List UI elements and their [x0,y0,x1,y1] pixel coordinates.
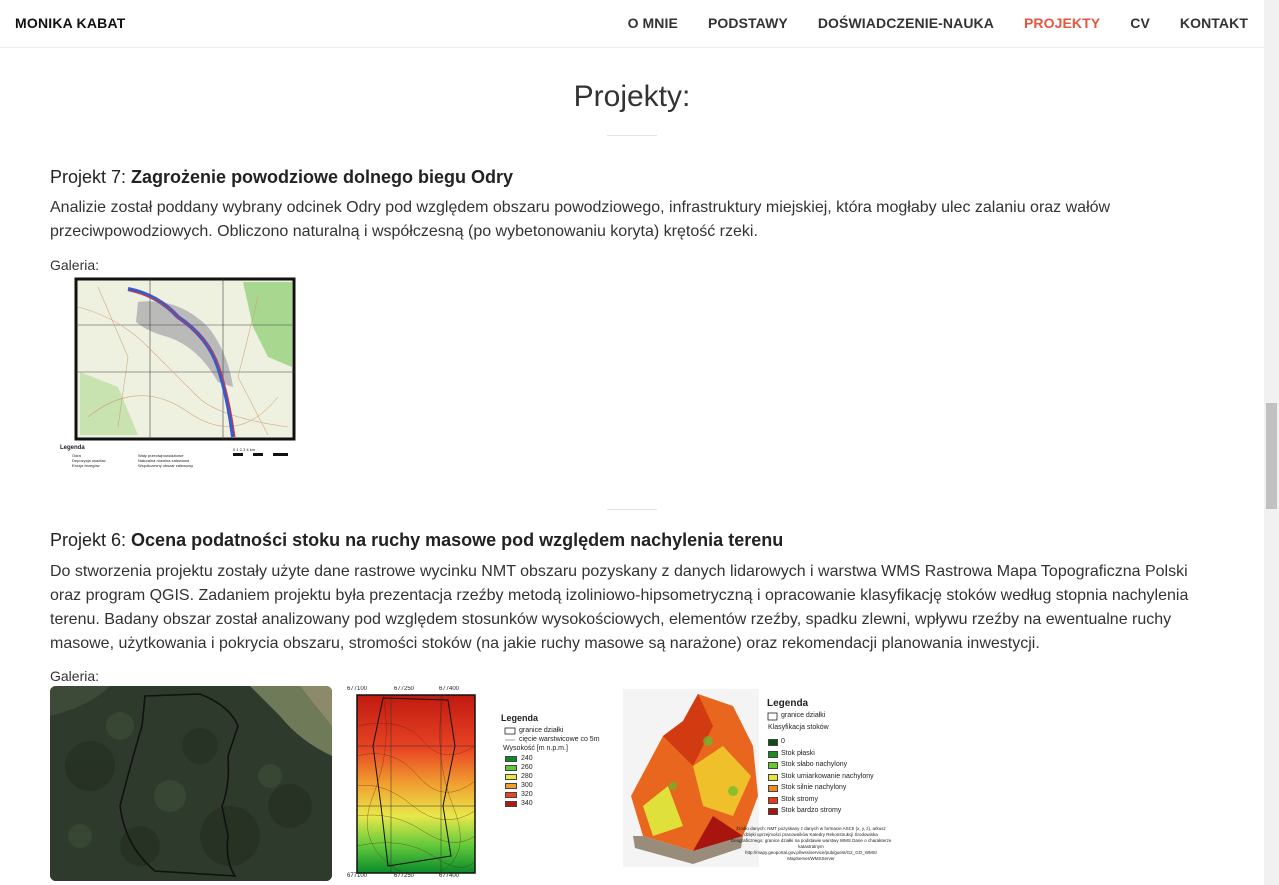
nav-item-kontakt[interactable]: KONTAKT [1180,15,1248,31]
hypso-tick-bottom-1: 677250 [394,873,415,879]
slope-class-title: Klasyfikacja stoków [768,724,829,731]
project-7-heading: Projekt 7: Zagrożenie powodziowe dolnego… [50,167,513,188]
slope-class-label-4: Stok silnie nachylony [781,784,847,791]
hypso-tick-top-1: 677250 [394,686,415,692]
nav-item-doswiadczenie-nauka[interactable]: DOŚWIADCZENIE-NAUKA [818,15,994,31]
title-divider [607,135,657,136]
slope-source-line-5: MapServer/WMSServer [787,856,835,861]
flood-map-scale: 0 1 2 3 4 km [233,447,256,452]
flood-map-legend-item-5: Współczesny obszar zalewowy [138,463,194,468]
project-6-heading: Projekt 6: Ocena podatności stoku na ruc… [50,530,783,551]
hypso-height-title: Wysokość [m n.p.m.] [503,745,568,752]
project-6-hypsometric-map-thumbnail[interactable]: Legenda 677100 677250 677400 677100 6772… [343,686,613,881]
slope-source-line-3: katastralnym [798,844,824,849]
hypso-height-swatch-2 [505,774,517,780]
slope-legend-title: Legenda [767,698,809,709]
slope-class-swatch-0 [768,739,778,746]
brand-logo[interactable]: MONIKA KABAT [15,15,126,31]
nav-item-cv[interactable]: CV [1130,15,1150,31]
nav-item-projekty[interactable]: PROJEKTY [1024,15,1100,31]
hypso-height-label-3: 300 [521,782,533,789]
page-scrollbar[interactable] [1264,0,1279,885]
slope-class-swatch-3 [768,773,778,781]
slope-class-label-2: Stok słabo nachylony [781,761,848,768]
slope-class-label-0: 0 [781,738,785,745]
flood-map-legend-item-2: Erozja brzegów [72,463,100,468]
hypso-tick-bottom-2: 677400 [439,873,460,879]
scrollbar-thumb[interactable] [1266,403,1277,509]
project-6-description: Do stworzenia projektu zostały użyte dan… [50,563,1189,652]
hypso-legend-item-1: cięcie warstwicowe co 5m [519,736,600,743]
slope-class-label-1: Stok płaski [781,749,815,757]
slope-class-swatch-1 [768,750,778,758]
slope-class-swatch-4 [768,785,778,792]
flood-map-image: Legenda [60,277,296,456]
project-6-title: Ocena podatności stoku na ruchy masowe p… [131,530,784,550]
project-7-gallery-label: Galeria: [50,257,100,273]
slope-source-line-1: dzięki uprzejmości pracowników Katedry R… [744,832,878,837]
slope-class-swatch-2 [768,762,778,769]
slope-class-label-6: Stok bardzo stromy [781,807,842,814]
hypso-height-swatch-4 [505,792,517,798]
slope-class-swatch-5 [768,796,778,804]
slope-source-line-2: Geograficznego; granice działki na podst… [730,838,892,843]
hypso-height-swatch-1 [505,765,517,771]
hypso-tick-bottom-0: 677100 [347,873,368,879]
project-6-gallery-label: Galeria: [50,668,100,684]
project-6-slope-map-thumbnail[interactable]: Legenda granice działki Klasyfikacja sto… [623,686,899,881]
project-7-flood-map-thumbnail[interactable]: Legenda Odra Depozycja osadów Erozja brz… [58,277,320,473]
hypso-tick-top-0: 677100 [347,686,368,692]
nav-item-podstawy[interactable]: PODSTAWY [708,15,788,31]
slope-class-label-3: Stok umiarkowanie nachylony [781,772,874,780]
slope-source-line-0: Źródło danych: NMT pozyskany z danych w … [736,826,886,831]
slope-source-line-4: http://mapy.geoportal.gov.pl/wss/service… [745,850,877,855]
project-7-prefix: Projekt 7: [50,167,132,187]
flood-map-legend-title: Legenda [60,445,85,451]
hypso-height-label-1: 260 [521,764,533,771]
hypso-tick-top-2: 677400 [439,686,460,692]
hypso-height-swatch-3 [505,783,517,789]
project-7-title: Zagrożenie powodziowe dolnego biegu Odry [131,167,514,187]
hypso-height-label-0: 240 [521,755,533,762]
navbar: MONIKA KABAT O MNIE PODSTAWY DOŚWIADCZEN… [0,0,1264,48]
slope-class-swatch-6 [768,808,778,815]
orthophoto-image [50,686,332,881]
hypso-legend-title: Legenda [501,713,539,723]
project-6-orthophoto-thumbnail[interactable] [50,686,332,881]
hypso-height-swatch-5 [505,801,517,807]
hypso-height-swatch-0 [505,756,517,762]
hypso-height-label-4: 320 [521,791,533,798]
slope-legend-item-0: granice działki [781,712,826,719]
project-6-prefix: Projekt 6: [50,530,132,550]
project-7-description: Analizie został poddany wybrany odcinek … [50,199,1111,240]
page-title: Projekty: [573,80,691,113]
hypso-height-label-5: 340 [521,800,533,807]
nav-menu: O MNIE PODSTAWY DOŚWIADCZENIE-NAUKA PROJ… [598,15,1248,31]
nav-item-o-mnie[interactable]: O MNIE [628,15,678,31]
slope-class-label-5: Stok stromy [781,795,818,803]
hypso-height-label-2: 280 [521,773,533,780]
hypso-legend-item-0: granice działki [519,727,564,734]
project-divider [607,509,657,510]
hypsometric-map-image: Legenda [356,694,539,874]
